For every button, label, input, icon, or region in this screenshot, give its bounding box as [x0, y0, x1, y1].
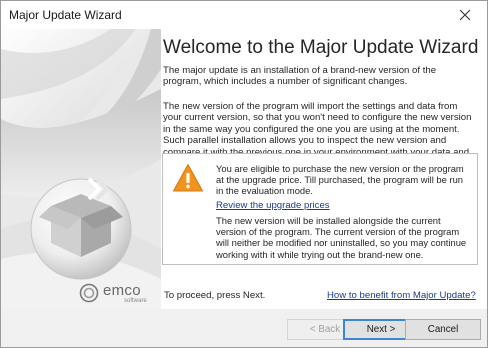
emco-logo: emco software [79, 280, 159, 306]
logo-tagline: software [124, 298, 147, 304]
review-prices-link[interactable]: Review the upgrade prices [216, 200, 330, 211]
warning-icon [173, 164, 203, 192]
close-button[interactable] [443, 1, 487, 29]
eligibility-text: You are eligible to purchase the new ver… [216, 163, 464, 197]
button-bar: < Back Next > Cancel [1, 309, 487, 347]
major-update-help-link[interactable]: How to benefit from Major Update? [327, 290, 476, 301]
logo-wordmark: emco [103, 282, 141, 299]
close-icon [459, 9, 471, 21]
emco-logo-icon [79, 283, 99, 303]
upgrade-notice-box: You are eligible to purchase the new ver… [162, 153, 478, 265]
page-title: Welcome to the Major Update Wizard [163, 37, 479, 58]
cancel-button[interactable]: Cancel [405, 319, 481, 340]
window-title: Major Update Wizard [9, 8, 122, 22]
title-bar: Major Update Wizard [1, 1, 487, 29]
installation-note: The new version will be installed alongs… [216, 215, 467, 260]
wizard-content: Welcome to the Major Update Wizard The m… [1, 29, 487, 309]
wizard-window: Major Update Wizard Welcome to the Major… [0, 0, 488, 348]
intro-paragraph: The major update is an installation of a… [163, 65, 437, 88]
proceed-instruction: To proceed, press Next. [164, 290, 266, 301]
decorative-banner [1, 29, 161, 309]
